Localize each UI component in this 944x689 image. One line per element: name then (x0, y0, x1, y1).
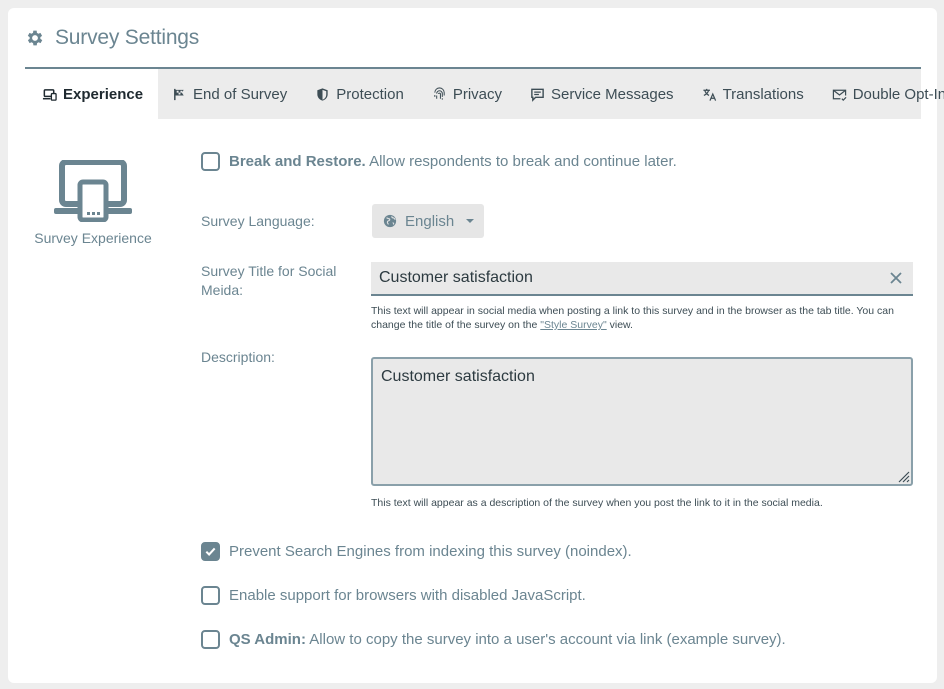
tab-service-messages[interactable]: Service Messages (516, 69, 688, 119)
qs-admin-label: QS Admin: Allow to copy the survey into … (229, 631, 786, 648)
break-restore-checkbox[interactable] (201, 152, 220, 171)
tab-label: Service Messages (551, 85, 674, 103)
noindex-row: Prevent Search Engines from indexing thi… (201, 542, 632, 561)
break-restore-label: Break and Restore. Allow respondents to … (229, 153, 677, 170)
nojs-row: Enable support for browsers with disable… (201, 586, 586, 605)
tab-label: Protection (336, 85, 404, 103)
qs-admin-row: QS Admin: Allow to copy the survey into … (201, 630, 786, 649)
social-title-help: This text will appear in social media wh… (371, 305, 894, 331)
settings-panel: Survey Settings Experience End of Survey… (8, 8, 944, 683)
language-value: English (405, 212, 455, 230)
mail-check-icon (832, 89, 847, 101)
tab-experience[interactable]: Experience (25, 69, 159, 119)
fingerprint-icon (434, 86, 445, 100)
close-icon[interactable] (888, 270, 904, 286)
flag-icon (174, 88, 184, 100)
survey-experience-section: Survey Experience (33, 160, 153, 246)
language-dropdown[interactable]: English (372, 204, 484, 238)
gear-icon (27, 30, 43, 46)
tab-double-opt-in[interactable]: Double Opt-In (818, 69, 944, 119)
translate-icon (702, 88, 716, 101)
tab-translations[interactable]: Translations (688, 69, 818, 119)
nojs-label: Enable support for browsers with disable… (229, 587, 586, 604)
social-title-input[interactable] (371, 262, 913, 296)
survey-language-label: Survey Language: (201, 213, 315, 229)
description-label: Description: (201, 349, 275, 365)
style-survey-link[interactable]: "Style Survey" (540, 319, 606, 331)
description-textarea[interactable]: Customer satisfaction (371, 357, 913, 486)
message-icon (531, 88, 544, 102)
tab-end-of-survey[interactable]: End of Survey (158, 69, 301, 119)
resize-handle-icon[interactable] (896, 469, 910, 483)
tab-label: Privacy (452, 85, 502, 103)
globe-icon (383, 214, 397, 228)
tab-label: Translations (722, 85, 804, 103)
break-restore-row: Break and Restore. Allow respondents to … (201, 152, 677, 171)
laptop-tablet-icon (54, 160, 132, 222)
tab-label: Experience (63, 85, 144, 103)
laptop-icon (42, 88, 57, 101)
settings-tabs: Experience End of Survey Protection Priv… (25, 67, 944, 119)
shield-icon (317, 87, 328, 101)
social-title-label: Survey Title for Social Meida: (201, 263, 337, 298)
nojs-checkbox[interactable] (201, 586, 220, 605)
tab-privacy[interactable]: Privacy (418, 69, 516, 119)
tab-label: Double Opt-In (852, 85, 944, 103)
section-label: Survey Experience (34, 230, 152, 246)
tab-label: End of Survey (193, 85, 288, 103)
chevron-down-icon (466, 219, 475, 223)
tab-protection[interactable]: Protection (301, 69, 418, 119)
description-help: This text will appear as a description o… (371, 497, 823, 509)
page-title: Survey Settings (55, 26, 200, 49)
qs-admin-checkbox[interactable] (201, 630, 220, 649)
noindex-checkbox[interactable] (201, 542, 220, 561)
checkmark-icon (205, 547, 216, 556)
page-header: Survey Settings (25, 22, 199, 54)
noindex-label: Prevent Search Engines from indexing thi… (229, 543, 632, 560)
